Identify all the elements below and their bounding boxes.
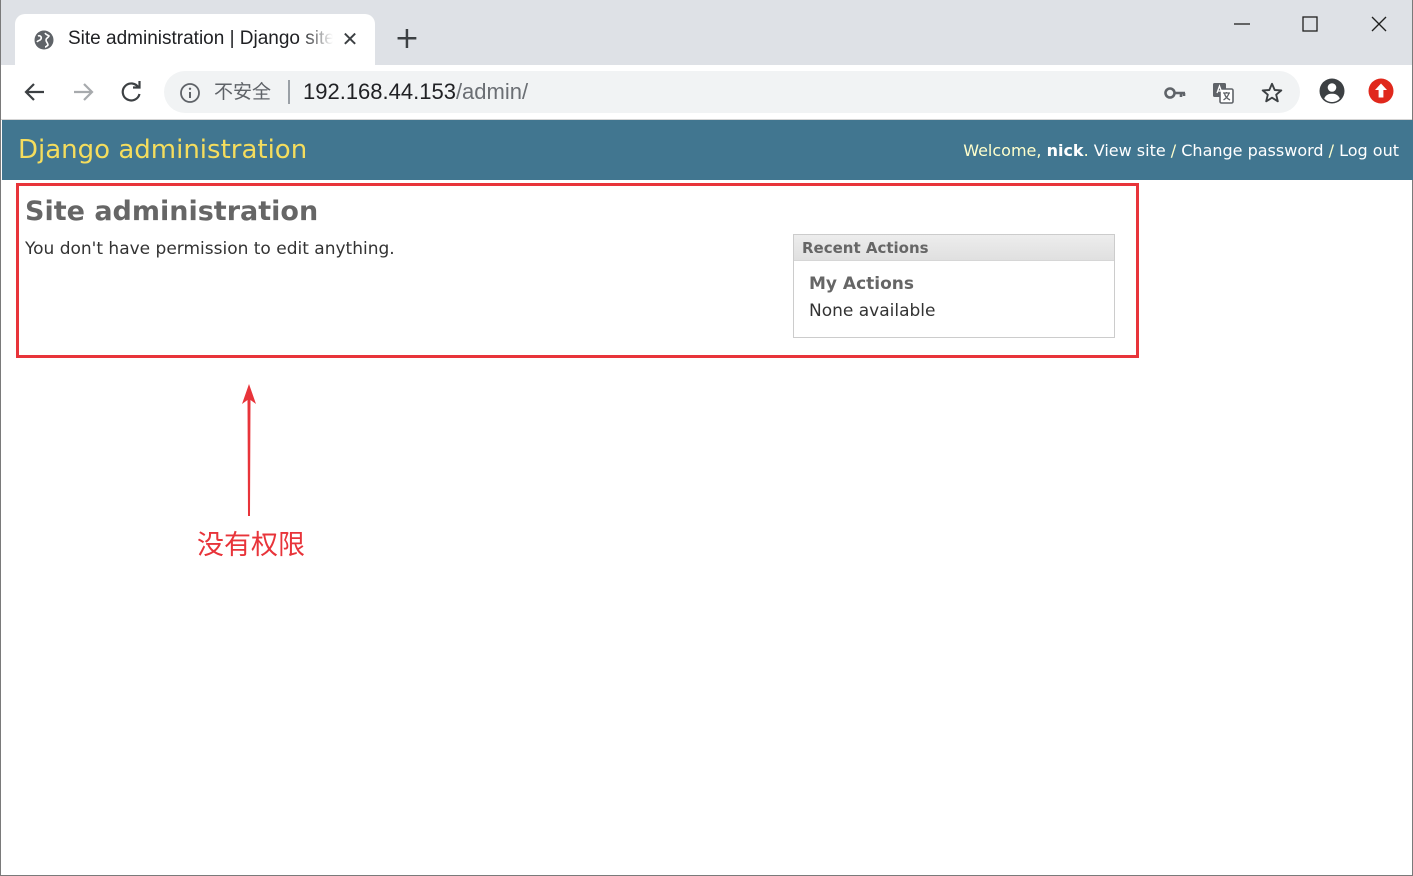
username: nick [1046, 141, 1084, 160]
forward-icon[interactable] [69, 78, 97, 106]
minimize-icon[interactable] [1230, 12, 1254, 36]
close-window-icon[interactable] [1367, 12, 1391, 36]
annotation-highlight-box [16, 183, 1139, 358]
browser-toolbar: 不安全 192.168.44.153/admin/ [1, 65, 1412, 120]
reload-icon[interactable] [117, 78, 145, 106]
url-host: 192.168.44.153 [303, 79, 456, 104]
security-status[interactable]: 不安全 [214, 80, 271, 104]
annotation-label: 没有权限 [197, 530, 305, 561]
star-icon[interactable] [1260, 81, 1284, 105]
log-out-link[interactable]: Log out [1339, 141, 1399, 160]
url-text[interactable]: 192.168.44.153/admin/ [303, 78, 528, 106]
update-icon[interactable] [1367, 77, 1395, 105]
url-separator [288, 80, 290, 104]
tab-close-icon[interactable]: ✕ [340, 29, 360, 49]
account-icon[interactable] [1318, 77, 1346, 105]
site-branding[interactable]: Django administration [18, 133, 307, 167]
address-bar[interactable]: 不安全 192.168.44.153/admin/ [164, 71, 1300, 113]
back-icon[interactable] [21, 78, 49, 106]
annotation-arrow-up-icon [242, 384, 256, 516]
tab-title: Site administration | Django site admin [68, 28, 333, 49]
translate-icon[interactable] [1211, 81, 1235, 105]
url-path: /admin/ [455, 79, 529, 104]
browser-window: Site administration | Django site admin … [0, 0, 1413, 876]
new-tab-button[interactable]: + [394, 24, 420, 54]
user-tools-separator: / [1165, 141, 1182, 160]
maximize-icon[interactable] [1298, 12, 1322, 36]
key-icon[interactable] [1163, 81, 1187, 105]
welcome-text: Welcome, [963, 141, 1047, 160]
welcome-period: . [1083, 141, 1094, 160]
user-tools: Welcome, nick. View site / Change passwo… [963, 139, 1399, 163]
globe-icon [34, 30, 54, 50]
info-icon[interactable] [179, 82, 201, 104]
tab-strip: Site administration | Django site admin … [1, 0, 1412, 65]
user-tools-separator: / [1323, 141, 1340, 160]
tab-site-administration[interactable]: Site administration | Django site admin … [15, 14, 375, 65]
view-site-link[interactable]: View site [1094, 141, 1166, 160]
django-header: Django administration Welcome, nick. Vie… [2, 120, 1413, 180]
change-password-link[interactable]: Change password [1181, 141, 1323, 160]
